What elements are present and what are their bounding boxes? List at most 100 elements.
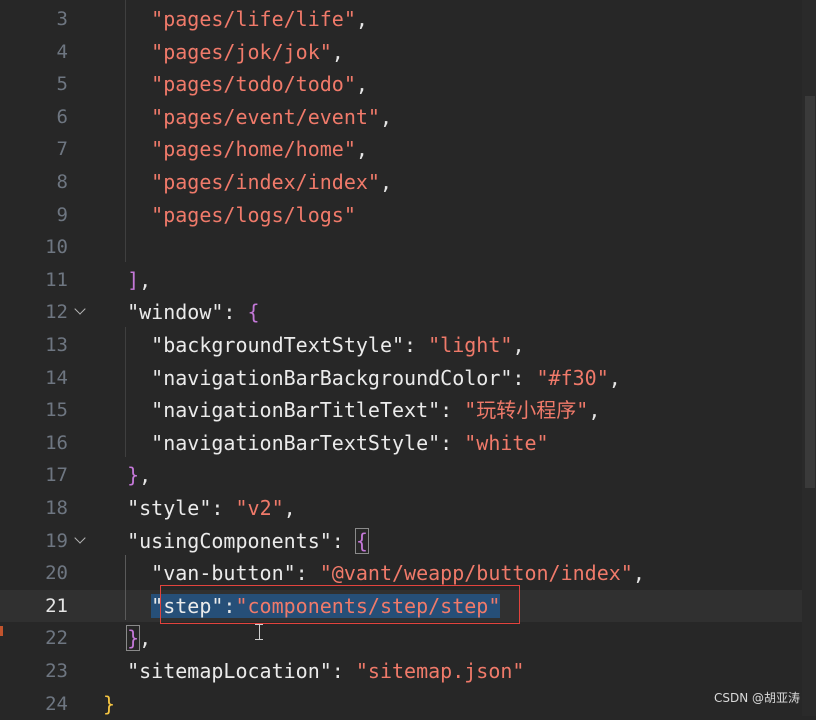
code-line[interactable]: 24}	[0, 688, 816, 720]
code-token: "#f30"	[536, 365, 609, 390]
code-text[interactable]: "pages/index/index",	[103, 166, 392, 198]
code-line[interactable]: 18 "style": "v2",	[0, 492, 816, 524]
code-token: "@vant/weapp/button/index"	[319, 561, 633, 586]
code-token: "backgroundTextStyle"	[151, 333, 405, 357]
code-text[interactable]: },	[103, 459, 151, 491]
code-text[interactable]: }	[103, 688, 115, 720]
line-number: 4	[56, 40, 68, 63]
code-text[interactable]: "pages/life/life",	[103, 3, 368, 35]
indent-guide	[125, 0, 126, 262]
fold-chevron-icon[interactable]	[74, 303, 86, 316]
code-token: ,	[283, 496, 296, 520]
code-line[interactable]: 7 "pages/home/home",	[0, 133, 816, 165]
code-text[interactable]	[103, 231, 127, 263]
code-text[interactable]: "pages/todo/todo",	[103, 68, 368, 100]
line-number: 10	[45, 236, 68, 259]
code-token: :	[512, 365, 537, 390]
code-line[interactable]: 19 "usingComponents": {	[0, 525, 816, 557]
vertical-scrollbar[interactable]	[802, 0, 816, 716]
indentation	[103, 268, 127, 292]
code-token: "window"	[127, 300, 224, 325]
indentation	[103, 203, 151, 227]
code-text[interactable]: "backgroundTextStyle": "light",	[103, 329, 524, 361]
code-token: ,	[379, 104, 392, 129]
indentation	[103, 105, 151, 129]
watermark: CSDN @胡亚涛	[713, 691, 800, 705]
code-token: :	[211, 496, 236, 520]
code-text[interactable]: "window": {	[103, 296, 259, 328]
code-text[interactable]: "sitemapLocation": "sitemap.json"	[103, 655, 524, 687]
code-token: "sitemap.json"	[355, 659, 525, 683]
code-token: "pages/jok/jok"	[151, 39, 332, 64]
code-token: :	[223, 300, 248, 325]
code-line[interactable]: 23 "sitemapLocation": "sitemap.json"	[0, 655, 816, 687]
code-text[interactable]: "pages/jok/jok",	[103, 36, 344, 68]
code-line[interactable]: 3 "pages/life/life",	[0, 3, 816, 35]
code-token: "pages/home/home"	[151, 137, 356, 162]
code-line[interactable]: 8 "pages/index/index",	[0, 166, 816, 198]
line-number: 20	[45, 562, 68, 585]
code-line[interactable]: 6 "pages/event/event",	[0, 101, 816, 133]
indentation	[103, 333, 151, 357]
code-line[interactable]: 11 ],	[0, 264, 816, 296]
code-text[interactable]: "navigationBarTitleText": "玩转小程序",	[103, 394, 600, 426]
code-line[interactable]: 4 "pages/jok/jok",	[0, 36, 816, 68]
code-line[interactable]: 16 "navigationBarTextStyle": "white"	[0, 427, 816, 459]
indentation	[103, 529, 127, 553]
indentation	[103, 561, 151, 585]
code-token: ,	[355, 7, 368, 31]
code-line[interactable]: 9 "pages/logs/logs"	[0, 199, 816, 231]
code-line[interactable]: 14 "navigationBarBackgroundColor": "#f30…	[0, 362, 816, 394]
indentation	[103, 366, 151, 390]
indentation	[103, 398, 151, 422]
code-line[interactable]: 10	[0, 231, 816, 263]
code-token: "navigationBarTextStyle"	[151, 430, 441, 455]
code-token: ,	[139, 463, 152, 488]
line-number: 17	[45, 464, 68, 487]
code-token: {	[354, 527, 369, 554]
code-line[interactable]: 17 },	[0, 459, 816, 491]
line-number: 8	[56, 171, 68, 193]
line-number: 9	[56, 203, 68, 226]
line-number: 21	[45, 594, 68, 617]
indentation	[103, 72, 151, 96]
code-text[interactable]: "pages/home/home",	[103, 133, 368, 165]
code-text[interactable]: "pages/logs/logs"	[103, 199, 356, 231]
code-token: "sitemapLocation"	[127, 659, 332, 683]
line-number: 24	[45, 692, 68, 715]
code-token: "pages/event/event"	[151, 104, 380, 129]
code-token: "usingComponents"	[127, 528, 332, 553]
code-text[interactable]: "navigationBarBackgroundColor": "#f30",	[103, 362, 621, 394]
gutter-change-marker	[0, 626, 3, 636]
code-token: :	[404, 333, 429, 357]
code-text[interactable]: ],	[103, 264, 151, 296]
code-line[interactable]: 13 "backgroundTextStyle": "light",	[0, 329, 816, 361]
line-number: 13	[45, 334, 68, 356]
indentation	[103, 659, 127, 683]
indentation	[103, 594, 151, 618]
line-number: 22	[45, 627, 68, 650]
code-token: ,	[355, 72, 368, 97]
code-token: :	[295, 561, 320, 586]
code-line[interactable]: 15 "navigationBarTitleText": "玩转小程序",	[0, 394, 816, 426]
code-token: "pages/index/index"	[151, 170, 380, 194]
code-text[interactable]: "style": "v2",	[103, 492, 296, 524]
line-number: 5	[56, 73, 68, 96]
code-token: "navigationBarTitleText"	[151, 398, 441, 423]
code-token: ,	[379, 170, 392, 194]
code-token: "pages/life/life"	[151, 7, 356, 31]
code-line[interactable]: 12 "window": {	[0, 296, 816, 328]
code-editor[interactable]: 3 "pages/life/life", 4 "pages/jok/jok", 5 …	[0, 0, 816, 716]
code-text[interactable]: },	[103, 622, 151, 654]
code-line[interactable]: 22 },	[0, 622, 816, 654]
code-token: "pages/logs/logs"	[151, 202, 356, 227]
line-number: 23	[45, 660, 68, 682]
code-text[interactable]: "navigationBarTextStyle": "white"	[103, 427, 548, 459]
fold-chevron-icon[interactable]	[74, 531, 86, 544]
line-number: 15	[45, 399, 68, 422]
code-token: ,	[512, 333, 525, 357]
code-line[interactable]: 5 "pages/todo/todo",	[0, 68, 816, 100]
code-text[interactable]: "pages/event/event",	[103, 101, 392, 133]
code-text[interactable]: "usingComponents": {	[103, 525, 369, 557]
scrollbar-thumb[interactable]	[805, 96, 815, 488]
